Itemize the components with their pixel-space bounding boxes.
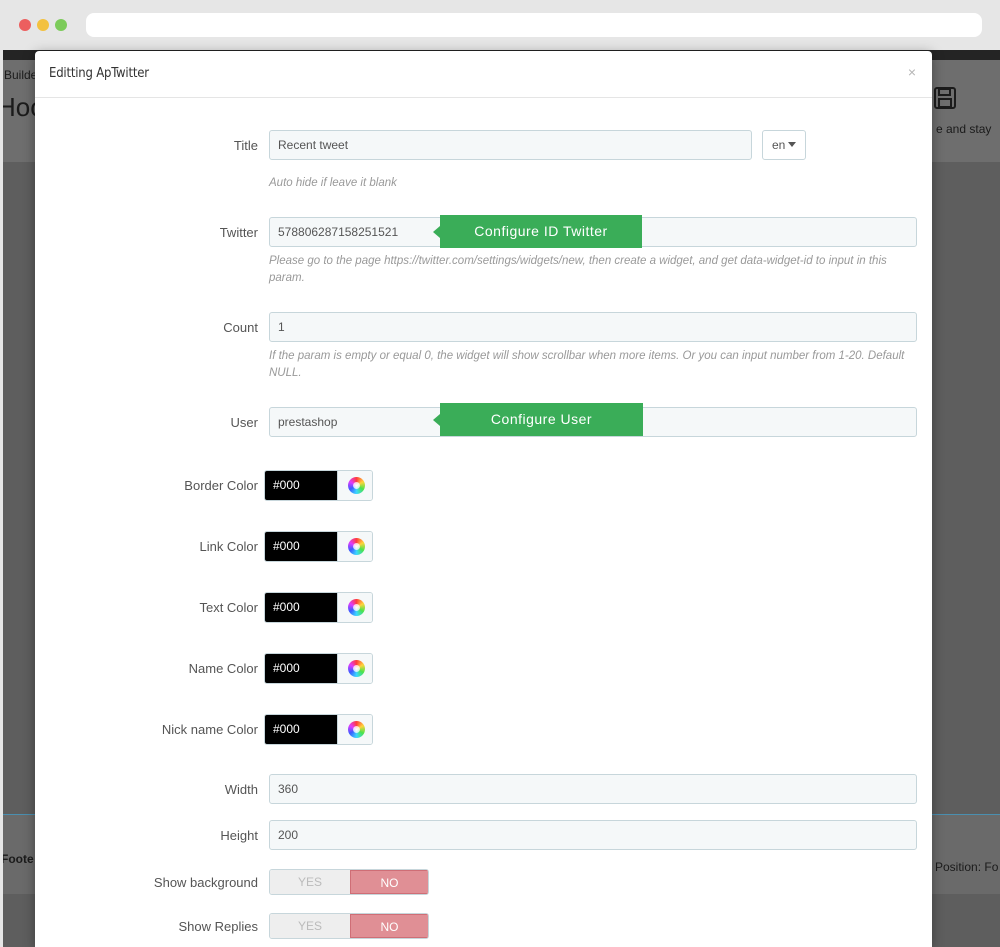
modal-title: Editting ApTwitter [49, 66, 149, 81]
minimize-window-dot[interactable] [37, 19, 49, 31]
edit-modal: Editting ApTwitter × Title Recent tweet … [35, 51, 932, 947]
twitter-hint: Please go to the page https://twitter.co… [269, 255, 887, 284]
width-label: Width [224, 782, 258, 797]
count-hint: If the param is empty or equal 0, the wi… [269, 350, 905, 379]
caret-down-icon [788, 142, 797, 148]
show-replies-no[interactable]: NO [350, 914, 428, 938]
title-hint: Auto hide if leave it blank [269, 177, 397, 189]
maximize-window-dot[interactable] [55, 19, 67, 31]
name-color-picker[interactable]: #000 [264, 653, 373, 684]
border-color-label: Border Color [184, 478, 258, 493]
show-background-label: Show background [153, 875, 258, 890]
count-label: Count [223, 320, 258, 335]
twitter-tooltip: Configure ID Twitter [433, 215, 642, 248]
name-color-label: Name Color [188, 661, 258, 676]
color-wheel-icon [348, 477, 365, 494]
text-color-picker[interactable]: #000 [264, 592, 373, 623]
background-position-text: Position: Fo [935, 860, 999, 874]
nick-name-color-picker[interactable]: #000 [264, 714, 373, 745]
border-color-value[interactable]: #000 [265, 471, 337, 500]
address-bar[interactable] [86, 13, 982, 37]
save-and-stay-label: e and stay [936, 122, 992, 136]
link-color-value[interactable]: #000 [265, 532, 337, 561]
modal-header: Editting ApTwitter × [35, 51, 932, 98]
color-picker-button[interactable] [337, 593, 372, 622]
user-tooltip: Configure User [433, 403, 643, 436]
color-wheel-icon [348, 721, 365, 738]
color-picker-button[interactable] [337, 532, 372, 561]
link-color-label: Link Color [199, 539, 258, 554]
show-background-yes[interactable]: YES [270, 870, 350, 894]
title-label: Title [233, 138, 258, 153]
nick-name-color-label: Nick name Color [161, 722, 258, 737]
user-label: User [230, 415, 258, 430]
text-color-value[interactable]: #000 [265, 593, 337, 622]
color-picker-button[interactable] [337, 471, 372, 500]
language-label: en [772, 138, 786, 152]
show-background-switch[interactable]: YES NO [269, 869, 429, 895]
show-replies-label: Show Replies [178, 919, 259, 934]
show-replies-switch[interactable]: YES NO [269, 913, 429, 939]
text-color-label: Text Color [199, 600, 258, 615]
close-window-dot[interactable] [19, 19, 31, 31]
save-icon [934, 87, 956, 109]
show-replies-yes[interactable]: YES [270, 914, 350, 938]
title-input[interactable]: Recent tweet [269, 130, 752, 160]
browser-chrome [0, 0, 1000, 50]
color-wheel-icon [348, 599, 365, 616]
twitter-label: Twitter [219, 225, 258, 240]
close-icon[interactable]: × [908, 65, 916, 79]
show-background-no[interactable]: NO [350, 870, 428, 894]
language-dropdown[interactable]: en [762, 130, 806, 160]
background-footer-label: Foote [3, 852, 34, 866]
color-picker-button[interactable] [337, 654, 372, 683]
color-picker-button[interactable] [337, 715, 372, 744]
link-color-picker[interactable]: #000 [264, 531, 373, 562]
height-input[interactable]: 200 [269, 820, 917, 850]
count-input[interactable]: 1 [269, 312, 917, 342]
color-wheel-icon [348, 538, 365, 555]
border-color-picker[interactable]: #000 [264, 470, 373, 501]
name-color-value[interactable]: #000 [265, 654, 337, 683]
background-breadcrumb: Builde [4, 68, 38, 82]
color-wheel-icon [348, 660, 365, 677]
width-input[interactable]: 360 [269, 774, 917, 804]
nick-name-color-value[interactable]: #000 [265, 715, 337, 744]
height-label: Height [220, 828, 258, 843]
